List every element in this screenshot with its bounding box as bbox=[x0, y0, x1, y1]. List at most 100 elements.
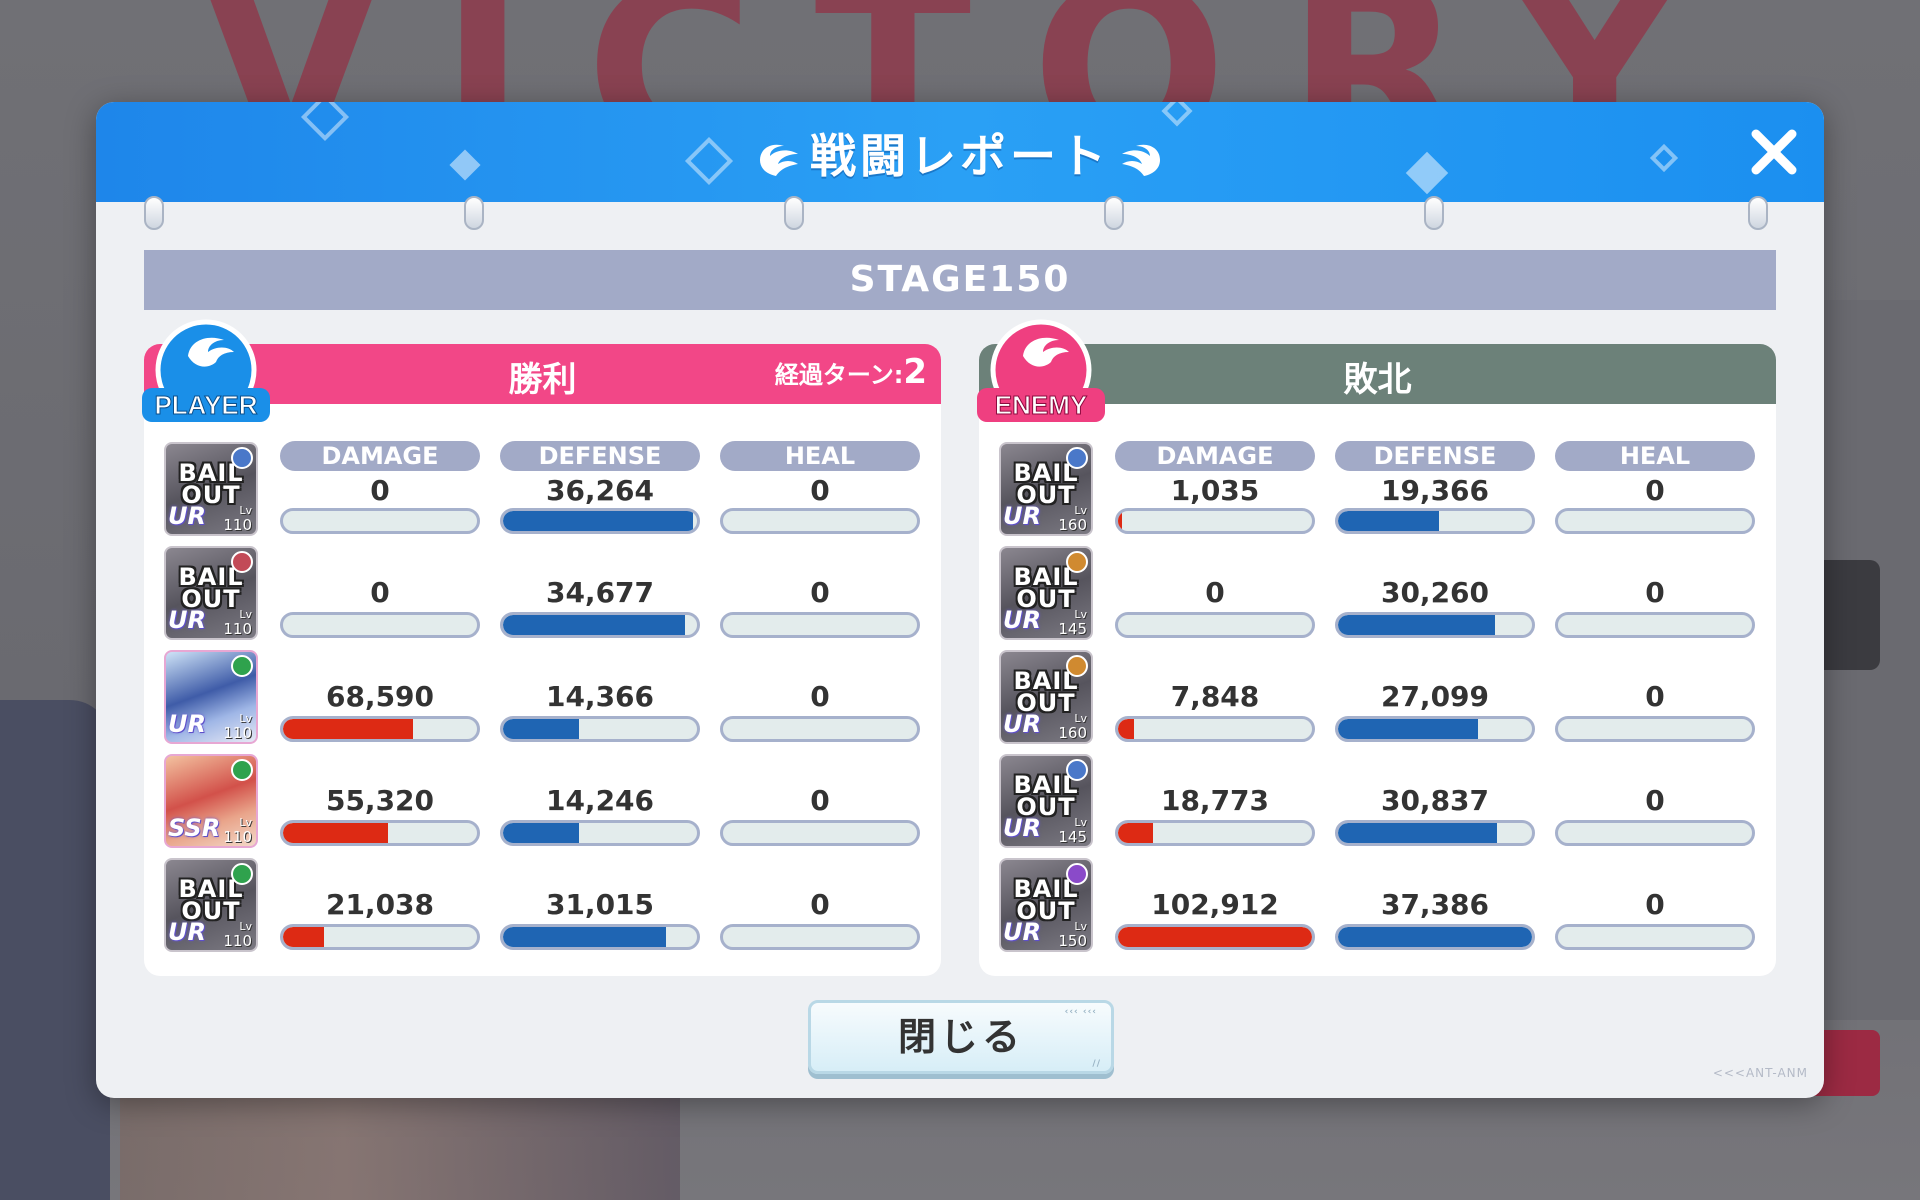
damage-bar-fill bbox=[1118, 511, 1122, 531]
player-panel: 勝利 経過ターン:2 PLAYER BAIL OUT UR Lv 110 DAMAGE 0 D… bbox=[142, 319, 941, 976]
defense-value: 37,386 bbox=[1380, 888, 1490, 921]
damage-bar bbox=[280, 820, 480, 846]
damage-bar-fill bbox=[1118, 823, 1153, 843]
attribute-icon bbox=[1066, 863, 1088, 885]
defense-bar-fill bbox=[503, 927, 666, 947]
damage-header: DAMAGE bbox=[280, 441, 480, 471]
defense-bar bbox=[500, 612, 700, 638]
heal-bar bbox=[1555, 820, 1755, 846]
close-icon[interactable] bbox=[1746, 124, 1802, 180]
unit-level: Lv 150 bbox=[1058, 920, 1087, 949]
attribute-icon bbox=[1066, 447, 1088, 469]
defense-bar-fill bbox=[1338, 511, 1439, 531]
rarity-badge: UR bbox=[1003, 918, 1041, 946]
enemy-badge-text: ENEMY bbox=[995, 390, 1087, 420]
level-value: 110 bbox=[223, 724, 252, 742]
enemy-unit-row: BAIL OUT UR Lv 150 102,912 37,386 0 bbox=[979, 858, 1776, 958]
attribute-icon bbox=[1066, 655, 1088, 677]
unit-avatar[interactable]: BAIL OUT UR Lv 150 bbox=[999, 858, 1093, 952]
defense-bar-fill bbox=[503, 719, 579, 739]
damage-bar bbox=[1115, 924, 1315, 950]
defense-bar-fill bbox=[1338, 719, 1478, 739]
damage-bar-fill bbox=[283, 927, 324, 947]
heal-bar bbox=[720, 924, 920, 950]
heal-value: 0 bbox=[810, 680, 830, 713]
damage-value: 1,035 bbox=[1170, 474, 1260, 507]
unit-avatar[interactable]: UR Lv 110 bbox=[164, 650, 258, 744]
player-badge-text: PLAYER bbox=[154, 390, 257, 420]
dialog-title: 戦闘レポート bbox=[96, 120, 1824, 186]
close-button[interactable]: 閉じる ‹‹‹ ‹‹‹ // bbox=[808, 1000, 1114, 1074]
defense-value: 30,260 bbox=[1380, 576, 1490, 609]
level-value: 160 bbox=[1058, 516, 1087, 534]
heal-bar bbox=[720, 508, 920, 534]
defense-value: 14,246 bbox=[545, 784, 655, 817]
damage-value: 7,848 bbox=[1170, 680, 1260, 713]
defense-bar bbox=[500, 924, 700, 950]
heal-value: 0 bbox=[1645, 474, 1665, 507]
level-value: 110 bbox=[223, 516, 252, 534]
unit-level: Lv 110 bbox=[223, 920, 252, 950]
defense-bar-fill bbox=[503, 823, 579, 843]
turn-count-label: 経過ターン: bbox=[774, 361, 904, 389]
defense-bar bbox=[500, 508, 700, 534]
defense-value: 36,264 bbox=[545, 474, 655, 507]
heal-value: 0 bbox=[810, 576, 830, 609]
damage-bar-fill bbox=[1118, 927, 1312, 947]
enemy-badge: ENEMY bbox=[973, 318, 1109, 430]
defense-bar-fill bbox=[1338, 927, 1532, 947]
level-value: 160 bbox=[1058, 724, 1087, 742]
binder-hook bbox=[784, 196, 804, 230]
unit-avatar[interactable]: BAIL OUT UR Lv 110 bbox=[164, 442, 258, 536]
close-button-label: 閉じる bbox=[897, 1015, 1024, 1059]
damage-value: 102,912 bbox=[1151, 888, 1279, 921]
damage-bar bbox=[280, 924, 480, 950]
rarity-badge: UR bbox=[168, 710, 206, 738]
attribute-icon bbox=[1066, 759, 1088, 781]
defense-bar-fill bbox=[503, 615, 686, 635]
heal-bar bbox=[720, 820, 920, 846]
unit-level: Lv 110 bbox=[223, 712, 252, 742]
damage-value: 68,590 bbox=[325, 680, 435, 713]
defense-bar bbox=[500, 716, 700, 742]
attribute-icon bbox=[231, 551, 253, 573]
heal-value: 0 bbox=[1645, 680, 1665, 713]
wing-icon bbox=[1122, 144, 1160, 176]
enemy-unit-row: BAIL OUT UR Lv 145 0 30,260 0 bbox=[979, 546, 1776, 646]
robot-silhouette bbox=[0, 700, 110, 1200]
damage-bar bbox=[280, 716, 480, 742]
attribute-icon bbox=[231, 447, 253, 469]
level-value: 110 bbox=[223, 932, 252, 950]
defense-bar bbox=[1335, 508, 1535, 534]
damage-value: 18,773 bbox=[1160, 784, 1270, 817]
unit-level: Lv 160 bbox=[1058, 504, 1087, 534]
rarity-badge: SSR bbox=[168, 814, 221, 842]
attribute-icon bbox=[231, 759, 253, 781]
player-badge: PLAYER bbox=[138, 318, 274, 430]
unit-avatar[interactable]: BAIL OUT UR Lv 160 bbox=[999, 650, 1093, 744]
wing-icon bbox=[760, 144, 798, 176]
unit-avatar[interactable]: BAIL OUT UR Lv 160 bbox=[999, 442, 1093, 536]
unit-avatar[interactable]: BAIL OUT UR Lv 110 bbox=[164, 858, 258, 952]
damage-value: 0 bbox=[1205, 576, 1225, 609]
dialog-header: 戦闘レポート bbox=[96, 102, 1824, 202]
unit-level: Lv 160 bbox=[1058, 712, 1087, 742]
player-unit-row: SSR Lv 110 55,320 14,246 0 bbox=[144, 754, 941, 854]
defense-value: 34,677 bbox=[545, 576, 655, 609]
unit-avatar[interactable]: BAIL OUT UR Lv 110 bbox=[164, 546, 258, 640]
damage-value: 55,320 bbox=[325, 784, 435, 817]
unit-avatar[interactable]: SSR Lv 110 bbox=[164, 754, 258, 848]
unit-avatar[interactable]: BAIL OUT UR Lv 145 bbox=[999, 546, 1093, 640]
damage-bar bbox=[1115, 820, 1315, 846]
defense-bar bbox=[500, 820, 700, 846]
unit-level: Lv 110 bbox=[223, 816, 252, 845]
level-value: 145 bbox=[1058, 828, 1087, 846]
damage-bar-fill bbox=[1118, 719, 1134, 739]
stage-label: STAGE150 bbox=[144, 250, 1776, 310]
defense-value: 19,366 bbox=[1380, 474, 1490, 507]
rarity-badge: UR bbox=[168, 502, 206, 530]
defense-bar-fill bbox=[1338, 823, 1498, 843]
unit-avatar[interactable]: BAIL OUT UR Lv 145 bbox=[999, 754, 1093, 848]
attribute-icon bbox=[1066, 551, 1088, 573]
unit-level: Lv 110 bbox=[223, 504, 252, 534]
